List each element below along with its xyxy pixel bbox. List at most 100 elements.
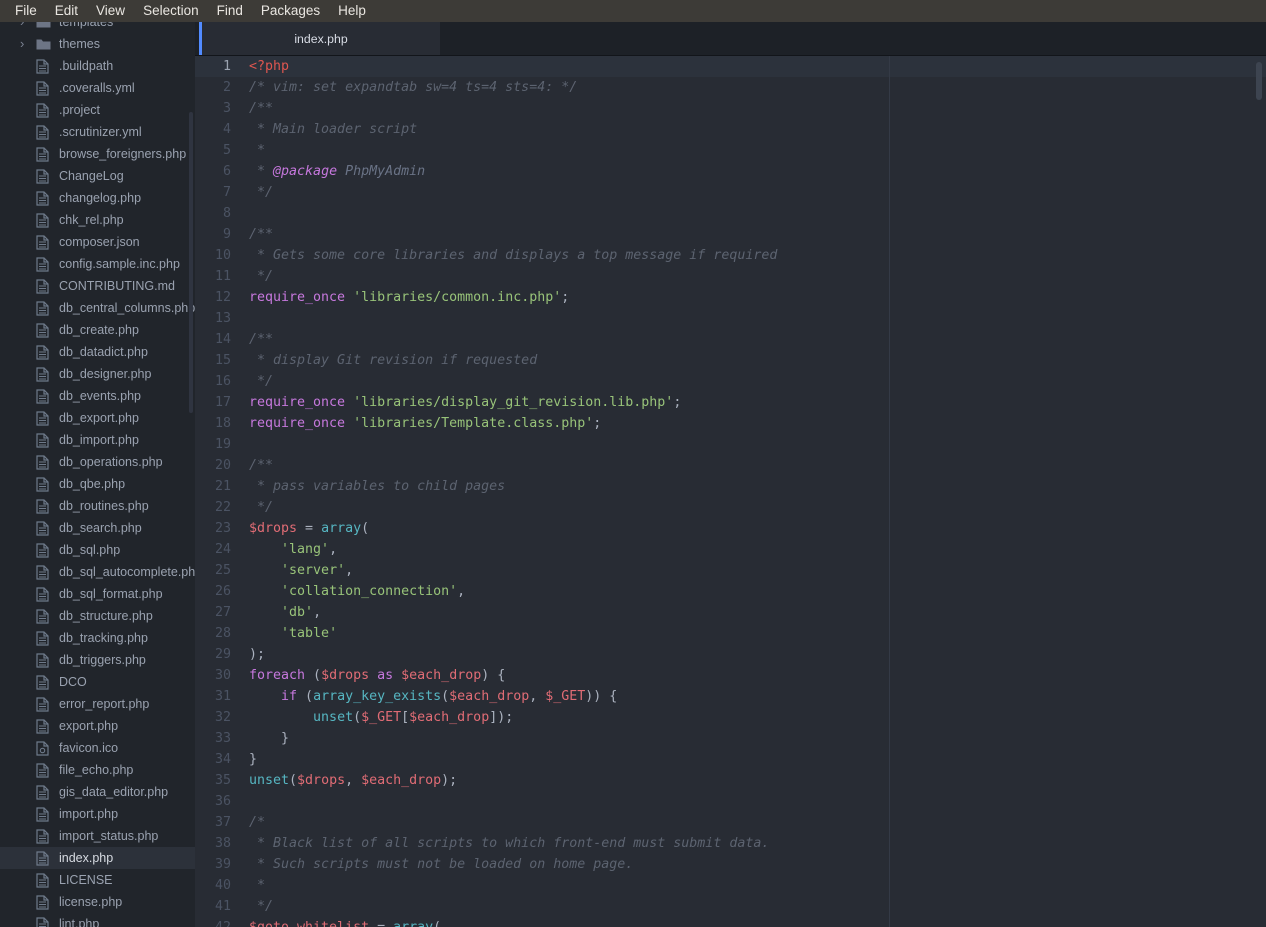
tree-item-import-status-php[interactable]: import_status.php [0,825,195,847]
tree-item-db-routines-php[interactable]: db_routines.php [0,495,195,517]
tree-item-db-sql-php[interactable]: db_sql.php [0,539,195,561]
tree-item-config-sample-inc-php[interactable]: config.sample.inc.php [0,253,195,275]
tree-item-db-search-php[interactable]: db_search.php [0,517,195,539]
menu-find[interactable]: Find [208,0,252,22]
code-line-36[interactable]: 36 [195,791,1266,812]
code-line-31[interactable]: 31 if (array_key_exists($each_drop, $_GE… [195,686,1266,707]
code-line-17[interactable]: 17require_once 'libraries/display_git_re… [195,392,1266,413]
tab-index-php[interactable]: index.php [202,22,440,55]
tree-view-sidebar: ›templates›themes.buildpath.coveralls.ym… [0,22,195,927]
editor-scrollbar[interactable] [1256,62,1262,100]
tree-item-export-php[interactable]: export.php [0,715,195,737]
tree-item--buildpath[interactable]: .buildpath [0,55,195,77]
code-line-37[interactable]: 37/* [195,812,1266,833]
tree-item-db-structure-php[interactable]: db_structure.php [0,605,195,627]
code-line-35[interactable]: 35unset($drops, $each_drop); [195,770,1266,791]
tree-item-db-central-columns-php[interactable]: db_central_columns.php [0,297,195,319]
tree-item-favicon-ico[interactable]: favicon.ico [0,737,195,759]
code-line-6[interactable]: 6 * @package PhpMyAdmin [195,161,1266,182]
code-line-19[interactable]: 19 [195,434,1266,455]
tree-item-db-datadict-php[interactable]: db_datadict.php [0,341,195,363]
tree-item-index-php[interactable]: index.php [0,847,195,869]
code-line-21[interactable]: 21 * pass variables to child pages [195,476,1266,497]
tree-item-db-tracking-php[interactable]: db_tracking.php [0,627,195,649]
code-line-14[interactable]: 14/** [195,329,1266,350]
code-line-24[interactable]: 24 'lang', [195,539,1266,560]
tree-item-error-report-php[interactable]: error_report.php [0,693,195,715]
chevron-right-icon[interactable]: › [20,22,36,33]
code-line-13[interactable]: 13 [195,308,1266,329]
tree-item-templates[interactable]: ›templates [0,22,195,33]
tree-item-contributing-md[interactable]: CONTRIBUTING.md [0,275,195,297]
tree-item--project[interactable]: .project [0,99,195,121]
tree-item-db-sql-format-php[interactable]: db_sql_format.php [0,583,195,605]
code-line-3[interactable]: 3/** [195,98,1266,119]
tree-item-chk-rel-php[interactable]: chk_rel.php [0,209,195,231]
tree-item-changelog-php[interactable]: changelog.php [0,187,195,209]
code-line-27[interactable]: 27 'db', [195,602,1266,623]
line-text: 'db', [243,602,321,623]
tree-scrollbar[interactable] [189,112,193,413]
code-line-39[interactable]: 39 * Such scripts must not be loaded on … [195,854,1266,875]
code-line-34[interactable]: 34} [195,749,1266,770]
code-line-40[interactable]: 40 * [195,875,1266,896]
menu-packages[interactable]: Packages [252,0,329,22]
code-line-11[interactable]: 11 */ [195,266,1266,287]
code-line-41[interactable]: 41 */ [195,896,1266,917]
menu-file[interactable]: File [6,0,46,22]
code-line-8[interactable]: 8 [195,203,1266,224]
code-line-5[interactable]: 5 * [195,140,1266,161]
code-line-16[interactable]: 16 */ [195,371,1266,392]
menu-view[interactable]: View [87,0,134,22]
tree-item-db-events-php[interactable]: db_events.php [0,385,195,407]
tree-item-db-import-php[interactable]: db_import.php [0,429,195,451]
code-line-4[interactable]: 4 * Main loader script [195,119,1266,140]
code-line-10[interactable]: 10 * Gets some core libraries and displa… [195,245,1266,266]
code-line-32[interactable]: 32 unset($_GET[$each_drop]); [195,707,1266,728]
code-line-18[interactable]: 18require_once 'libraries/Template.class… [195,413,1266,434]
tree-item-db-designer-php[interactable]: db_designer.php [0,363,195,385]
code-line-20[interactable]: 20/** [195,455,1266,476]
tree-item-license[interactable]: LICENSE [0,869,195,891]
tree-item-changelog[interactable]: ChangeLog [0,165,195,187]
tree-item-db-operations-php[interactable]: db_operations.php [0,451,195,473]
menu-edit[interactable]: Edit [46,0,87,22]
tree-item--scrutinizer-yml[interactable]: .scrutinizer.yml [0,121,195,143]
tree-item-file-echo-php[interactable]: file_echo.php [0,759,195,781]
code-editor[interactable]: 1<?php2/* vim: set expandtab sw=4 ts=4 s… [195,56,1266,927]
code-line-2[interactable]: 2/* vim: set expandtab sw=4 ts=4 sts=4: … [195,77,1266,98]
menu-help[interactable]: Help [329,0,375,22]
tree-item-import-php[interactable]: import.php [0,803,195,825]
tree-item-db-create-php[interactable]: db_create.php [0,319,195,341]
line-number: 25 [195,560,243,581]
tree-item-composer-json[interactable]: composer.json [0,231,195,253]
tree-item-license-php[interactable]: license.php [0,891,195,913]
code-line-7[interactable]: 7 */ [195,182,1266,203]
code-line-12[interactable]: 12require_once 'libraries/common.inc.php… [195,287,1266,308]
menu-selection[interactable]: Selection [134,0,208,22]
code-line-30[interactable]: 30foreach ($drops as $each_drop) { [195,665,1266,686]
code-line-38[interactable]: 38 * Black list of all scripts to which … [195,833,1266,854]
code-line-33[interactable]: 33 } [195,728,1266,749]
code-line-42[interactable]: 42$goto_whitelist = array( [195,917,1266,927]
chevron-right-icon[interactable]: › [20,33,36,55]
tree-item-themes[interactable]: ›themes [0,33,195,55]
code-line-29[interactable]: 29); [195,644,1266,665]
tree-item-browse-foreigners-php[interactable]: browse_foreigners.php [0,143,195,165]
tree-item-gis-data-editor-php[interactable]: gis_data_editor.php [0,781,195,803]
code-line-25[interactable]: 25 'server', [195,560,1266,581]
tree-item-db-triggers-php[interactable]: db_triggers.php [0,649,195,671]
code-line-28[interactable]: 28 'table' [195,623,1266,644]
tree-item-db-qbe-php[interactable]: db_qbe.php [0,473,195,495]
tree-item--coveralls-yml[interactable]: .coveralls.yml [0,77,195,99]
code-line-22[interactable]: 22 */ [195,497,1266,518]
code-line-23[interactable]: 23$drops = array( [195,518,1266,539]
tree-item-db-sql-autocomplete-php[interactable]: db_sql_autocomplete.php [0,561,195,583]
code-line-15[interactable]: 15 * display Git revision if requested [195,350,1266,371]
tree-item-dco[interactable]: DCO [0,671,195,693]
code-line-9[interactable]: 9/** [195,224,1266,245]
tree-item-lint-php[interactable]: lint.php [0,913,195,927]
code-line-1[interactable]: 1<?php [195,56,1266,77]
tree-item-db-export-php[interactable]: db_export.php [0,407,195,429]
code-line-26[interactable]: 26 'collation_connection', [195,581,1266,602]
